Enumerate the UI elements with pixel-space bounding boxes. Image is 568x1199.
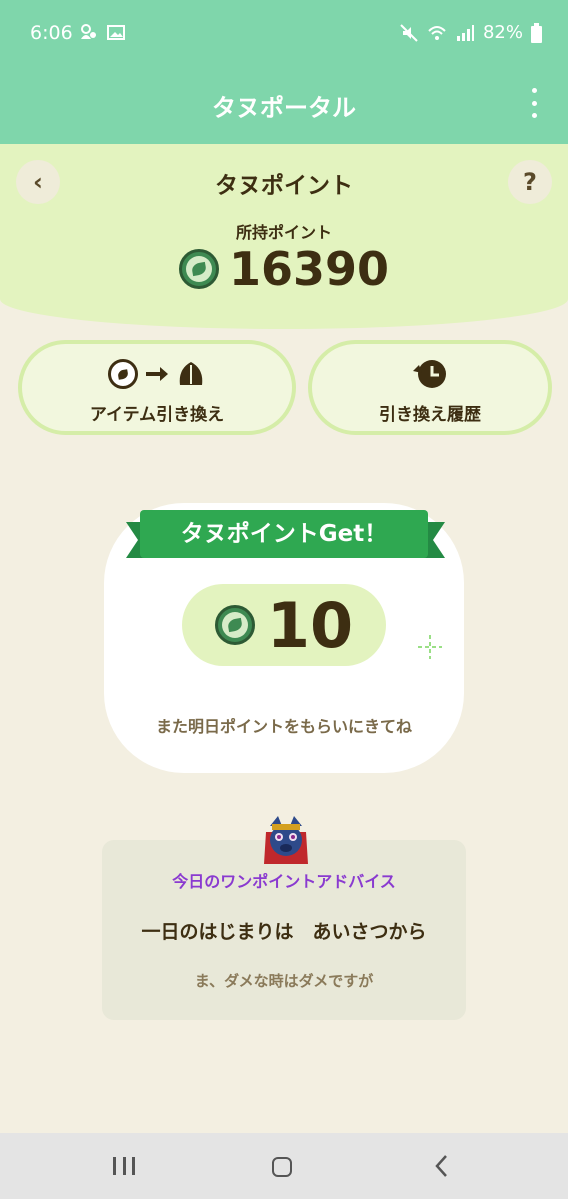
arrow-right-icon [146, 367, 168, 381]
leaf-icon [179, 362, 203, 385]
points-get-ribbon: タヌポイントGet！ [140, 510, 428, 558]
advice-main-text: 一日のはじまりは あいさつから [141, 921, 427, 943]
status-system-icons: 82% [399, 22, 542, 43]
app-bar: タヌポータル [0, 66, 568, 144]
item-exchange-button[interactable]: アイテム引き換え [18, 340, 296, 435]
advice-heading: 今日のワンポイントアドバイス [172, 872, 396, 891]
battery-icon [531, 22, 542, 43]
advisor-character-icon [264, 816, 308, 864]
battery-percentage: 82% [482, 22, 523, 43]
home-icon[interactable] [272, 1157, 292, 1177]
owned-points-row: 16390 [0, 242, 568, 296]
mute-icon [400, 23, 418, 42]
coin-icon [108, 359, 138, 389]
come-back-message: また明日ポイントをもらいにきてね [155, 717, 412, 736]
status-notification-icons [78, 22, 126, 42]
coin-icon [178, 249, 219, 289]
sparkle-icon [418, 635, 442, 659]
owned-points-label: 所持ポイント [235, 223, 332, 242]
help-button[interactable]: ? [508, 160, 552, 204]
wifi-icon [428, 25, 446, 40]
points-header: ‹ タヌポイント ? 所持ポイント 16390 [0, 144, 568, 329]
more-icon[interactable] [530, 88, 538, 118]
earned-points-value: 10 [266, 588, 354, 662]
notification-icon [81, 24, 96, 39]
coin-icon [214, 605, 255, 645]
earned-points-pill: 10 [182, 584, 386, 666]
history-icons [312, 358, 548, 390]
status-bar: 6:06 82% [0, 0, 568, 66]
owned-points-value: 16390 [228, 242, 390, 296]
history-icon [413, 360, 446, 388]
page-title: タヌポイント [215, 173, 353, 199]
status-time: 6:06 [30, 22, 73, 44]
exchange-icons [22, 358, 292, 390]
advice-sub-text: ま、ダメな時はダメですが [194, 972, 374, 990]
help-icon: ? [523, 168, 537, 196]
signal-icon [456, 24, 474, 41]
image-icon [107, 25, 125, 40]
app-title: タヌポータル [212, 94, 356, 122]
nav-back-icon[interactable] [432, 1153, 452, 1179]
recent-apps-icon[interactable] [113, 1157, 135, 1175]
exchange-history-label: 引き換え履歴 [379, 405, 481, 425]
exchange-history-button[interactable]: 引き換え履歴 [308, 340, 552, 435]
system-nav-bar [0, 1133, 568, 1199]
item-exchange-label: アイテム引き換え [89, 405, 225, 425]
